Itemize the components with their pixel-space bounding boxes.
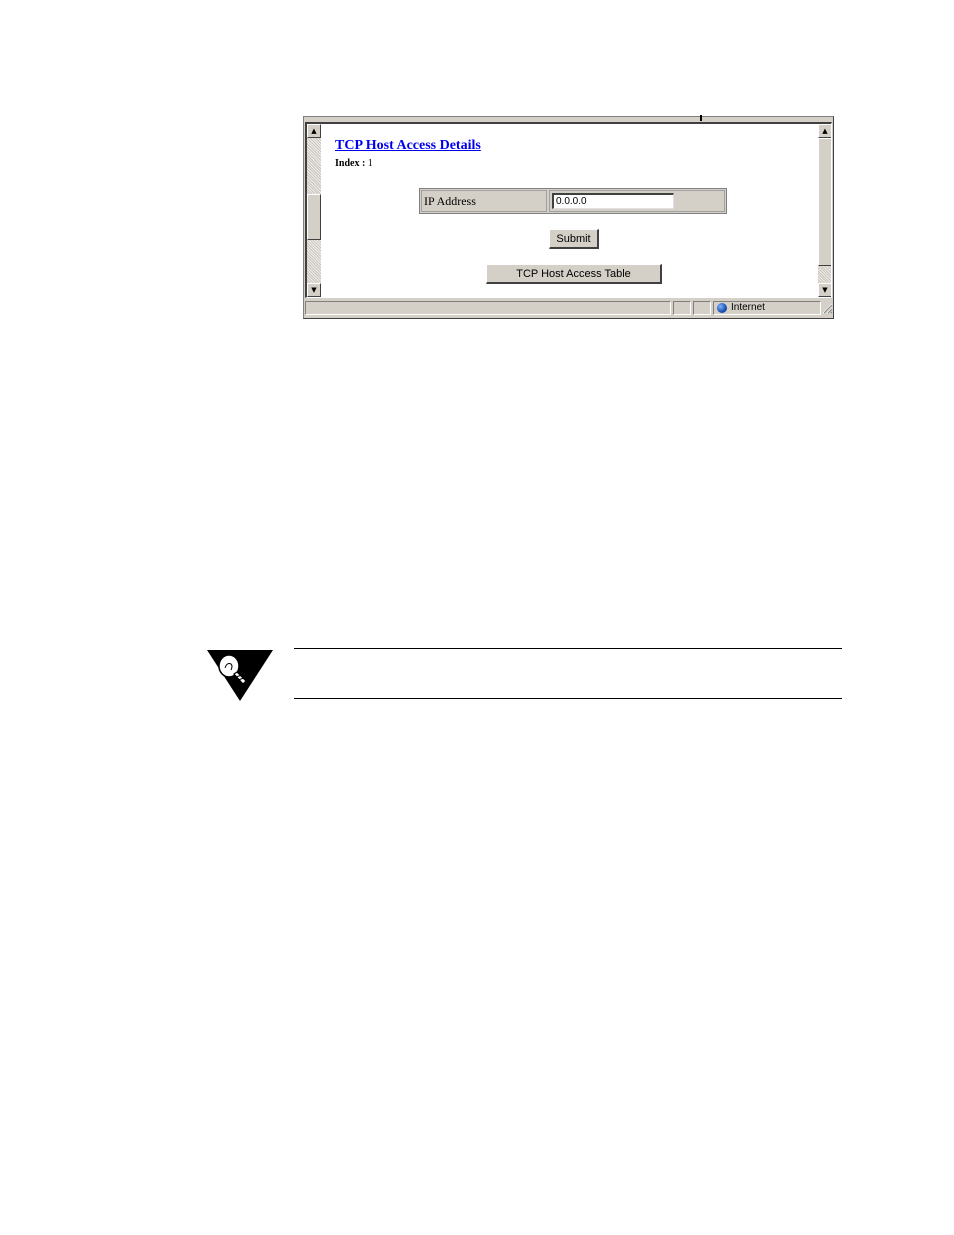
document-page: { "browser": { "page": { "title": "TCP H… (0, 0, 954, 1235)
tcp-host-access-table-button[interactable]: TCP Host Access Table (486, 264, 662, 284)
page-content: TCP Host Access Details Index : 1 IP Add… (321, 124, 818, 297)
browser-window: ▲ ▼ TCP Host Access Details Index : 1 IP… (303, 115, 834, 319)
scroll-up-arrow-icon[interactable]: ▲ (307, 124, 321, 138)
ip-address-value-cell (549, 190, 725, 212)
scroll-down-arrow-icon[interactable]: ▼ (818, 283, 831, 297)
index-label: Index : (335, 158, 366, 169)
globe-icon (717, 303, 727, 313)
index-value: 1 (367, 158, 373, 169)
zone-label: Internet (731, 302, 765, 313)
ip-address-label: IP Address (421, 190, 547, 212)
submit-button[interactable]: Submit (549, 229, 599, 249)
note-bottom-rule (294, 698, 842, 699)
status-pane (693, 301, 711, 315)
note-top-rule (294, 648, 842, 649)
scroll-down-arrow-icon[interactable]: ▼ (307, 283, 321, 297)
right-page-scrollbar[interactable]: ▲ ▼ (818, 124, 831, 297)
ip-address-form-table: IP Address (419, 188, 727, 214)
window-edge-mark (700, 115, 702, 121)
scrollbar-thumb[interactable] (307, 194, 321, 240)
status-pane (673, 301, 691, 315)
browser-viewport: ▲ ▼ TCP Host Access Details Index : 1 IP… (305, 122, 832, 298)
ip-address-input[interactable] (552, 193, 674, 209)
left-frame-scrollbar[interactable]: ▲ ▼ (307, 124, 321, 297)
status-bar: Internet (305, 300, 833, 316)
security-zone-pane: Internet (713, 301, 821, 315)
page-title[interactable]: TCP Host Access Details (335, 138, 481, 154)
status-text-pane (305, 301, 671, 315)
scrollbar-thumb[interactable] (818, 138, 831, 266)
lightbulb-note-icon (207, 650, 273, 701)
scroll-up-arrow-icon[interactable]: ▲ (818, 124, 831, 138)
resize-grip-icon[interactable] (821, 302, 833, 314)
index-row: Index : 1 (335, 158, 373, 169)
